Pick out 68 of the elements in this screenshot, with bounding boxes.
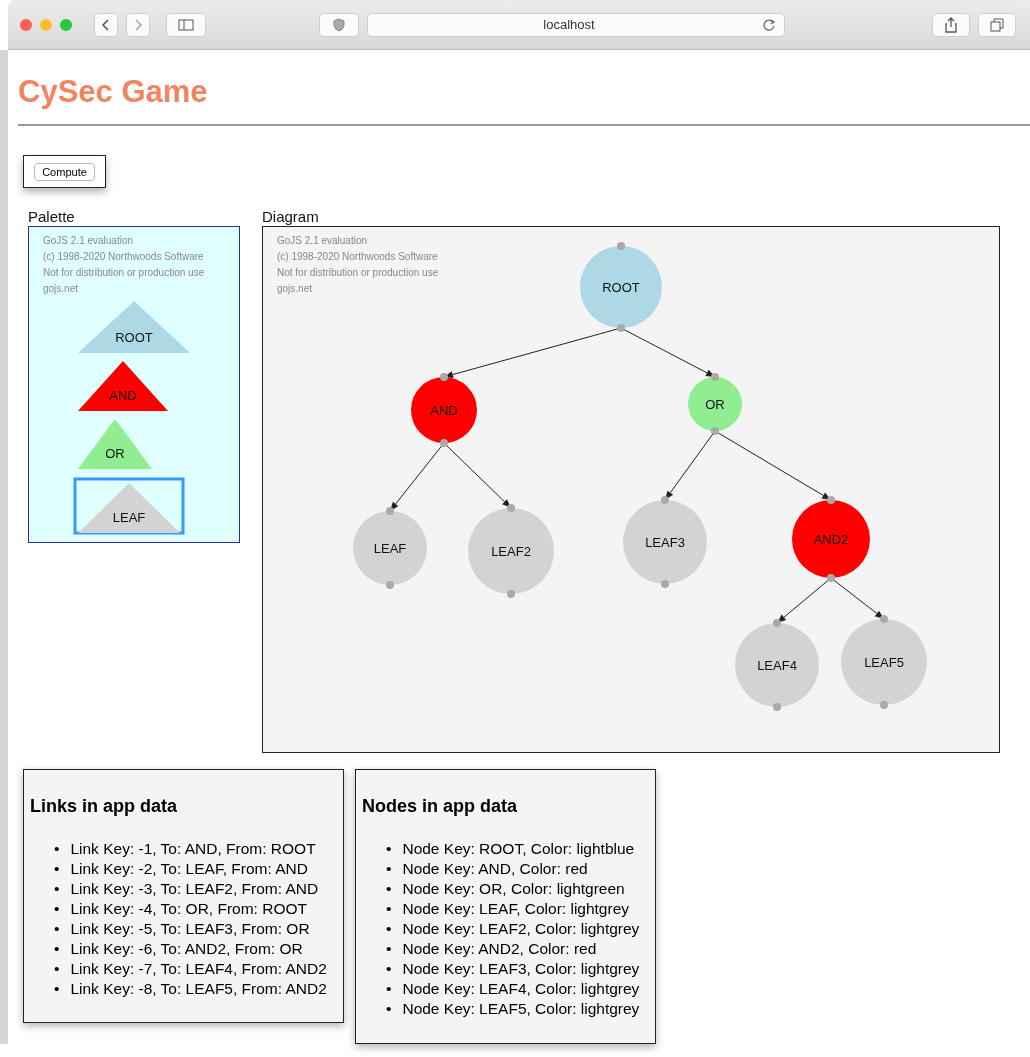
bullet: • (54, 879, 60, 899)
palette-node[interactable]: OR (78, 419, 152, 469)
address-bar[interactable]: localhost (367, 12, 785, 37)
bullet: • (54, 919, 60, 939)
forward-button[interactable] (126, 12, 150, 37)
chevron-left-icon (101, 17, 111, 32)
node-entry: Node Key: LEAF3, Color: lightgrey (402, 959, 640, 979)
link-entry: Link Key: -4, To: OR, From: ROOT (70, 899, 307, 919)
minimize-icon[interactable] (40, 18, 52, 31)
sidebar-icon (178, 18, 194, 31)
link-entry: Link Key: -8, To: LEAF5, From: AND2 (70, 979, 327, 999)
palette-node[interactable]: ROOT (78, 301, 190, 353)
evaluation-notice: Not for distribution or production use (43, 266, 205, 280)
share-button[interactable] (932, 12, 970, 37)
node-entry: Node Key: LEAF5, Color: lightgrey (402, 999, 640, 1019)
evaluation-notice: (c) 1998-2020 Northwoods Software (43, 250, 204, 264)
tabs-icon (990, 17, 1004, 32)
palette-node[interactable]: AND (78, 361, 168, 411)
palette-node[interactable]: LEAF (73, 477, 185, 535)
zoom-icon[interactable] (60, 18, 72, 31)
link-entry: Link Key: -5, To: LEAF3, From: OR (70, 919, 310, 939)
evaluation-notice: (c) 1998-2020 Northwoods Software (277, 250, 438, 264)
node-entry: Node Key: LEAF4, Color: lightgrey (402, 979, 640, 999)
node-entry: Node Key: AND2, Color: red (402, 939, 597, 959)
close-icon[interactable] (20, 18, 32, 31)
bullet: • (54, 859, 60, 879)
link-entry: Link Key: -3, To: LEAF2, From: AND (70, 879, 319, 899)
bullet: • (386, 919, 392, 939)
node-entry: Node Key: LEAF2, Color: lightgrey (402, 919, 640, 939)
palette-label: Palette (28, 208, 76, 226)
sidebar-button[interactable] (166, 12, 206, 37)
bullet: • (54, 899, 60, 919)
bullet: • (386, 859, 392, 879)
page-title: CySec Game (18, 73, 209, 111)
bullet: • (386, 979, 392, 999)
panel-heading: Nodes in app data (362, 796, 519, 817)
node-entry: Node Key: AND, Color: red (402, 859, 588, 879)
bullet: • (54, 839, 60, 859)
back-button[interactable] (94, 12, 118, 37)
compute-button[interactable]: Compute (34, 162, 95, 181)
diagram-label: Diagram (262, 208, 320, 226)
node-entry: Node Key: ROOT, Color: lightblue (402, 839, 635, 859)
evaluation-notice: GoJS 2.1 evaluation (277, 234, 368, 248)
bullet: • (386, 999, 392, 1019)
bullet: • (386, 959, 392, 979)
bullet: • (386, 879, 392, 899)
evaluation-notice: GoJS 2.1 evaluation (43, 234, 134, 248)
evaluation-notice: gojs.net (277, 282, 313, 296)
node-entry: Node Key: LEAF, Color: lightgrey (402, 899, 630, 919)
bullet: • (386, 939, 392, 959)
bullet: • (386, 899, 392, 919)
shield-icon[interactable] (319, 12, 359, 37)
node-entry: Node Key: OR, Color: lightgreen (402, 879, 625, 899)
bullet: • (54, 959, 60, 979)
bullet: • (54, 939, 60, 959)
evaluation-notice: gojs.net (43, 282, 79, 296)
evaluation-notice: Not for distribution or production use (277, 266, 439, 280)
reload-icon[interactable] (762, 17, 776, 32)
link-entry: Link Key: -7, To: LEAF4, From: AND2 (70, 959, 327, 979)
bullet: • (54, 979, 60, 999)
chevron-right-icon (133, 17, 143, 32)
link-entry: Link Key: -1, To: AND, From: ROOT (70, 839, 316, 859)
tabs-button[interactable] (978, 12, 1016, 37)
share-icon (944, 16, 958, 33)
link-entry: Link Key: -6, To: AND2, From: OR (70, 939, 303, 959)
link-entry: Link Key: -2, To: LEAF, From: AND (70, 859, 308, 879)
bullet: • (386, 839, 392, 859)
panel-heading: Links in app data (30, 796, 179, 817)
